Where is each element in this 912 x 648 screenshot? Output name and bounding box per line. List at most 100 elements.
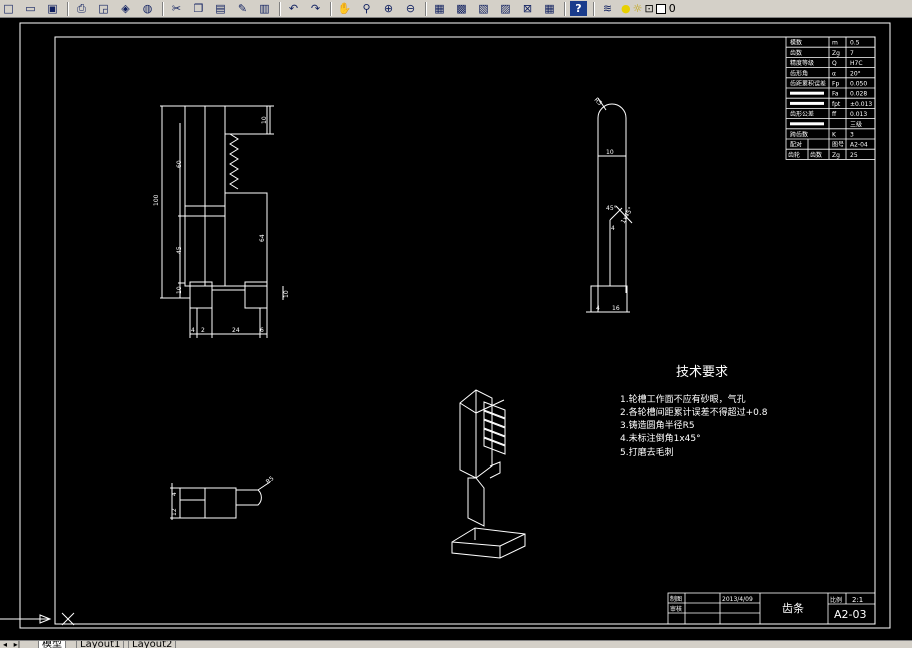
param-cell: 齿形公差 [790,110,814,118]
param-cell: 齿数 [790,49,802,57]
param-cell: Zg [832,152,840,159]
dim-top-h2: 12 [171,508,178,516]
drawing-outer-frame [19,22,891,629]
design-center-icon[interactable]: ▩ [453,1,470,16]
param-cell: 齿轮 [788,151,800,159]
ucs-icon [0,612,75,626]
toolbar-separator [67,1,69,16]
cut-icon[interactable]: ✂ [168,1,185,16]
paste-icon[interactable]: ▤ [212,1,229,16]
dim-front-b1: 4 [191,327,195,334]
tech-title: 技术要求 [676,365,728,380]
drawing-border [54,36,876,625]
toolbar-separator [330,1,332,16]
block-editor-icon[interactable]: ▥ [256,1,273,16]
param-cell: 图号 [832,142,844,149]
bulb-icon: ● [621,2,631,15]
lock-icon: ⊡ [644,2,654,15]
tech-item-2: 2.各轮槽间距累计误差不得超过+0.8 [620,406,768,418]
print-preview-icon[interactable]: ◲ [95,1,112,16]
param-cell: 精度等级 [790,59,814,67]
sheet-set-icon[interactable]: ▨ [497,1,514,16]
dim-front-total: 100 [153,194,160,206]
tool-palettes-icon[interactable]: ▧ [475,1,492,16]
dim-front-b2: 2 [201,327,205,334]
param-cell: 0.013 [850,111,867,118]
param-cell: fpt [832,101,841,108]
param-cell: ff [832,111,837,118]
undo-icon[interactable]: ↶ [285,1,302,16]
param-cell: A2-04 [850,142,868,149]
tech-requirements: 技术要求 1.轮槽工作面不应有砂眼，气孔 2.各轮槽间距累计误差不得超过+0.8… [620,365,768,458]
layer-name: 0 [668,2,676,15]
dim-side-radius: R5 [593,96,604,107]
param-cell: 模数 [790,39,802,47]
dim-side-angle: 45° [606,205,617,212]
open-icon[interactable]: ▭ [22,1,39,16]
dim-front-mid: 45 [176,246,183,254]
param-cell: 齿形角 [790,69,808,77]
zoom-realtime-icon[interactable]: ⚲ [358,1,375,16]
help-icon[interactable]: ? [570,1,587,16]
param-cell: 配对 [790,141,802,149]
match-properties-icon[interactable]: ✎ [234,1,251,16]
toolbar-separator [564,1,566,16]
layer-manager-icon[interactable]: ≋ [599,1,616,16]
param-cell: 齿距累积误差 [790,80,826,88]
dim-side-b1: 4 [596,305,600,312]
toolbar-separator [279,1,281,16]
zoom-window-icon[interactable]: ⊕ [380,1,397,16]
dim-side-b2: 16 [612,305,620,312]
dim-side-small: 4 [611,225,615,232]
param-cell: Fp [832,81,839,88]
title-label-draw: 制图 [670,595,682,603]
save-icon[interactable]: ▣ [44,1,61,16]
zoom-previous-icon[interactable]: ⊖ [402,1,419,16]
print-icon[interactable]: ⎙ [73,1,90,16]
isometric-view [451,389,526,559]
param-cell: 0.028 [850,91,867,98]
dim-front-b4: 6 [260,327,264,334]
dim-front-low: 10 [176,286,183,294]
toolbar-separator [162,1,164,16]
param-cell: α [832,70,836,77]
parameter-table: 模数 m 0.5 齿数 Zg 7 精度等级 Q H7C 齿形角 α 20° 齿距累积误差 Fp 0.050 F… [785,36,876,160]
param-cell: Q [832,60,837,67]
drawing-area[interactable]: 模数 m 0.5 齿数 Zg 7 精度等级 Q H7C 齿形角 α 20° 齿距累积误差 Fp 0.050 F… [0,18,912,640]
param-cell: 7 [850,50,854,57]
param-cell: 三级 [850,120,862,128]
dim-top-h1: 4 [171,492,178,496]
toolbar-separator [425,1,427,16]
param-bar [790,122,824,126]
title-drawing-no: A2-03 [834,608,867,621]
param-cell: 3 [850,132,854,139]
color-swatch-icon [655,3,666,14]
param-bar [790,91,824,95]
title-scale-value: 2:1 [852,596,863,604]
standard-toolbar: □ ▭ ▣ ⎙ ◲ ◈ ◍ ✂ ❐ ▤ ✎ ▥ ↶ ↷ ✋ ⚲ ⊕ ⊖ ▦ ▩ ▧ ▨ ⊠ ▦? ≋ ● ☼ ⊡ 0 [0,0,912,18]
top-view [170,481,271,520]
redo-icon[interactable]: ↷ [307,1,324,16]
layer-control[interactable]: ● ☼ ⊡ 0 [621,1,676,16]
param-cell: 20° [850,70,861,77]
param-cell: 0.050 [850,81,867,88]
copy-icon[interactable]: ❐ [190,1,207,16]
param-cell: 跨齿数 [790,131,808,139]
dim-front-right-mid: 64 [259,234,266,242]
properties-icon[interactable]: ▦ [431,1,448,16]
publish-icon[interactable]: ◍ [139,1,156,16]
front-view [160,105,284,338]
pan-icon[interactable]: ✋ [336,1,353,16]
plot-icon[interactable]: ◈ [117,1,134,16]
tech-item-1: 1.轮槽工作面不应有砂眼，气孔 [620,393,746,405]
param-cell: 齿数 [810,151,822,159]
calculator-icon[interactable]: ▦ [541,1,558,16]
markup-icon[interactable]: ⊠ [519,1,536,16]
param-bar [790,101,824,105]
toolbar-separator [593,1,595,16]
param-cell: Zg [832,50,840,57]
new-icon[interactable]: □ [0,1,17,16]
param-cell: K [832,132,837,139]
dim-front-b3: 24 [232,327,240,334]
dim-side-width: 10 [606,149,614,156]
